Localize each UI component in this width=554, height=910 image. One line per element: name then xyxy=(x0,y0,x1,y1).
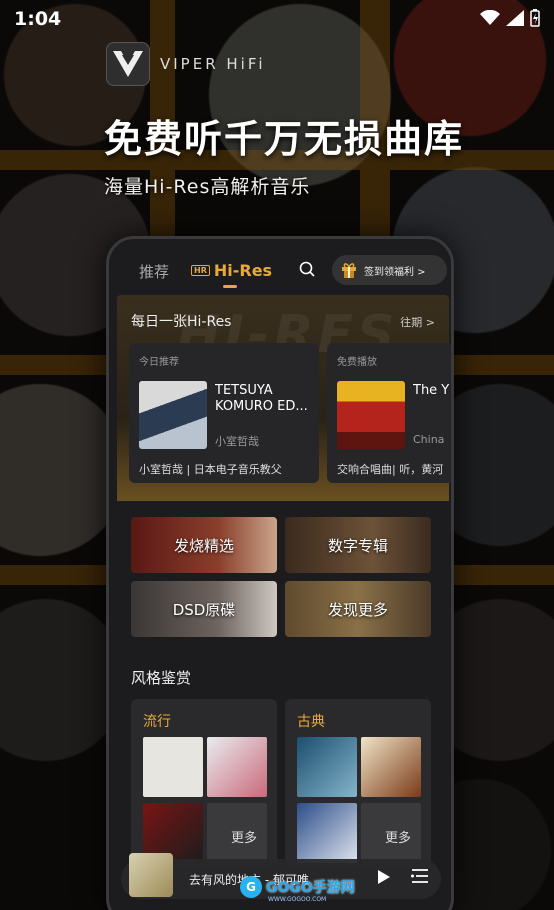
tab-hires-label: Hi-Res xyxy=(213,261,273,280)
tile-audiophile[interactable]: 发烧精选 xyxy=(131,517,277,573)
album-thumb xyxy=(143,737,203,797)
app-logo: VIPER HiFi xyxy=(106,42,266,86)
top-tabs: 推荐 HR Hi-Res 签到领福利 > xyxy=(109,239,451,297)
tile-digital-album[interactable]: 数字专辑 xyxy=(285,517,431,573)
genre-card-pop[interactable]: 流行 更多 xyxy=(131,699,277,869)
daily-history-link[interactable]: 往期 > xyxy=(400,314,435,330)
card-label: 免费播放 xyxy=(337,357,377,368)
album-cover xyxy=(337,381,405,449)
album-thumb xyxy=(297,803,357,863)
signal-icon xyxy=(506,10,524,26)
now-playing-cover xyxy=(129,853,173,897)
battery-icon xyxy=(530,9,540,27)
hero-headline: 免费听千万无损曲库 xyxy=(104,117,465,161)
genre-title: 古典 xyxy=(297,714,325,730)
album-cover xyxy=(139,381,207,449)
play-icon[interactable] xyxy=(377,869,391,885)
wifi-icon xyxy=(480,10,500,25)
style-section-title: 风格鉴赏 xyxy=(131,669,192,687)
album-artist: 小室哲哉 xyxy=(215,435,259,448)
tab-hires[interactable]: HR Hi-Res xyxy=(191,261,272,280)
genre-more-link[interactable]: 更多 xyxy=(385,827,411,846)
tab-indicator xyxy=(223,285,237,288)
genre-title: 流行 xyxy=(143,714,171,730)
phone-mockup: 推荐 HR Hi-Res 签到领福利 > HI-RES 每日一张Hi-Res 往期… xyxy=(106,236,454,910)
viper-logo-icon xyxy=(106,42,150,86)
search-icon[interactable] xyxy=(299,261,315,277)
hires-badge: HR xyxy=(191,265,210,276)
watermark-url: WWW.GOGOO.COM xyxy=(268,896,327,903)
playlist-icon[interactable] xyxy=(411,868,429,884)
card-label: 今日推荐 xyxy=(139,357,179,368)
genre-more-link[interactable]: 更多 xyxy=(231,827,257,846)
system-icons xyxy=(480,9,540,27)
logo-text: VIPER HiFi xyxy=(160,55,266,73)
gift-icon xyxy=(342,263,356,278)
album-thumb xyxy=(361,737,421,797)
tile-dsd[interactable]: DSD原碟 xyxy=(131,581,277,637)
album-desc: 小室哲哉 | 日本电子音乐教父 xyxy=(139,463,282,476)
watermark-text: GOGO手游网 xyxy=(266,880,355,896)
daily-card-free[interactable]: 免费播放 The Y River China 交响合唱曲| 听，黄河 xyxy=(327,343,451,483)
signin-reward-button[interactable]: 签到领福利 > xyxy=(332,255,447,285)
daily-card-today[interactable]: 今日推荐 TETSUYA KOMURO ED... 小室哲哉 小室哲哉 | 日本… xyxy=(129,343,319,483)
daily-title: 每日一张Hi-Res xyxy=(131,314,232,330)
status-bar: 1:04 xyxy=(0,0,554,40)
watermark-logo-icon: G xyxy=(240,876,262,898)
status-time: 1:04 xyxy=(14,8,62,30)
hero-subline: 海量Hi-Res高解析音乐 xyxy=(104,176,311,198)
daily-hires-section: HI-RES 每日一张Hi-Res 往期 > 今日推荐 TETSUYA KOMU… xyxy=(117,295,451,501)
album-title: The Y River xyxy=(413,383,451,398)
album-thumb xyxy=(297,737,357,797)
site-watermark: G GOGO手游网 xyxy=(240,876,355,898)
genre-card-classical[interactable]: 古典 更多 xyxy=(285,699,431,869)
album-thumb xyxy=(207,737,267,797)
album-desc: 交响合唱曲| 听，黄河 xyxy=(337,463,444,476)
album-artist: China xyxy=(413,433,445,446)
tab-recommend[interactable]: 推荐 xyxy=(139,261,169,282)
album-title: TETSUYA KOMURO ED... xyxy=(215,383,308,414)
signin-label: 签到领福利 > xyxy=(364,266,426,278)
tile-discover-more[interactable]: 发现更多 xyxy=(285,581,431,637)
